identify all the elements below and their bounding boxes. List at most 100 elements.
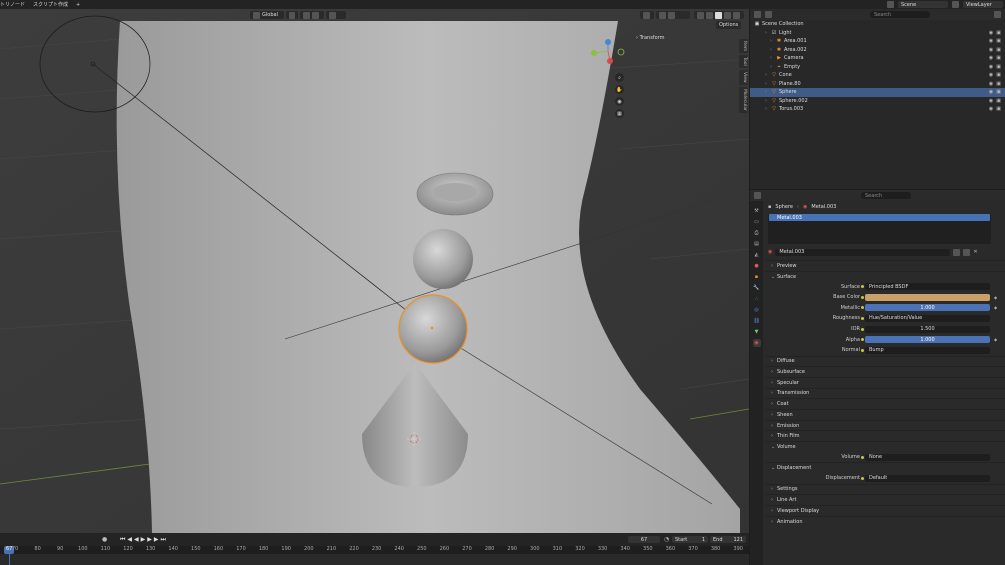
playhead[interactable] [9, 554, 10, 565]
properties-search-input[interactable]: Search [861, 192, 911, 199]
keyframe-icon[interactable]: ◆ [994, 295, 997, 300]
outliner-item[interactable]: › ▽ Cone ◉ ▣ [750, 71, 1005, 80]
scene-tab-icon[interactable]: ◭ [753, 251, 761, 259]
expand-chevron-icon[interactable]: › [763, 72, 769, 78]
socket-dot-icon[interactable] [861, 338, 864, 342]
socket-dot-icon[interactable] [861, 306, 864, 310]
timeline-ruler[interactable]: 67 70 80 90 100 110 120 130 140 150 160 170 180 190 2… [0, 546, 749, 554]
gizmo-toggle[interactable] [656, 11, 690, 19]
outliner-item[interactable]: › ▽ Sphere.002 ◉ ▣ [750, 97, 1005, 106]
property-value-field[interactable]: 1.000 [865, 336, 990, 344]
filter-icon[interactable] [994, 11, 1001, 18]
subsection[interactable]: › Coat [765, 398, 1005, 409]
expand-chevron-icon[interactable]: › [763, 106, 769, 112]
pivot-point-dropdown[interactable] [286, 11, 298, 19]
eye-icon[interactable]: ◉ [989, 98, 993, 104]
transform-panel-header[interactable]: › Transform [636, 35, 664, 41]
viewlayer-selector[interactable]: ViewLayer [963, 1, 1003, 8]
end-frame-field[interactable]: End 121 [710, 536, 746, 543]
property-value-field[interactable]: 1.500 [865, 325, 990, 333]
render-camera-icon[interactable]: ▣ [996, 106, 1001, 112]
perspective-toggle-icon[interactable]: ▦ [615, 109, 624, 118]
property-value-field[interactable]: Bump [865, 346, 990, 354]
material-slot-list[interactable]: Metal.003 [768, 214, 991, 244]
tab-tool[interactable]: Tool [739, 55, 748, 68]
wireframe-shading-icon[interactable] [706, 11, 713, 19]
render-camera-icon[interactable]: ▣ [996, 81, 1001, 87]
tool-tab-icon[interactable]: ⚒ [753, 207, 761, 215]
duplicate-material-icon[interactable] [963, 248, 971, 256]
fake-user-icon[interactable] [953, 248, 961, 256]
solid-shading-icon[interactable] [715, 11, 722, 19]
viewport-scene[interactable] [0, 9, 749, 533]
subsection[interactable]: › Specular [765, 376, 1005, 388]
xray-icon[interactable] [697, 11, 704, 19]
scene-selector[interactable]: Scene [898, 1, 948, 8]
section-volume[interactable]: ⌄ Volume [765, 441, 1005, 452]
visibility-dropdown[interactable] [640, 11, 654, 19]
particles-tab-icon[interactable]: ∴ [753, 295, 761, 303]
section-displacement[interactable]: ⌄ Displacement [765, 462, 1005, 473]
outliner-item[interactable]: › ▽ Plane.80 ◉ ▣ [750, 80, 1005, 89]
tab-molecular[interactable]: Molecular [739, 86, 748, 113]
render-camera-icon[interactable]: ▣ [996, 55, 1001, 61]
socket-dot-icon[interactable] [861, 285, 864, 289]
object-tab-icon[interactable]: ▪ [753, 273, 761, 281]
properties-editor-type-icon[interactable] [754, 192, 761, 199]
eye-icon[interactable]: ◉ [989, 30, 993, 36]
material-slot-row[interactable]: Metal.003 [769, 214, 990, 221]
subsection[interactable]: › Thin Film [765, 430, 1005, 441]
socket-dot-icon[interactable] [861, 476, 864, 480]
section-bottom[interactable]: › Viewport Display [765, 504, 1005, 516]
expand-chevron-icon[interactable]: › [768, 64, 774, 70]
render-camera-icon[interactable]: ▣ [996, 30, 1001, 36]
render-camera-icon[interactable]: ▣ [996, 47, 1001, 53]
expand-chevron-icon[interactable]: › [763, 89, 769, 95]
expand-chevron-icon[interactable]: › [768, 55, 774, 61]
socket-dot-icon[interactable] [861, 316, 864, 320]
expand-chevron-icon[interactable]: › [768, 38, 774, 44]
section-preview[interactable]: › Preview [765, 260, 1005, 271]
subsection[interactable]: › Subsurface [765, 366, 1005, 377]
eye-icon[interactable]: ◉ [989, 38, 993, 44]
eye-icon[interactable]: ◉ [989, 72, 993, 78]
property-value-field[interactable]: Default [865, 474, 990, 482]
render-camera-icon[interactable]: ▣ [996, 64, 1001, 70]
eye-icon[interactable]: ◉ [989, 89, 993, 95]
current-frame-field[interactable]: 67 [628, 536, 660, 543]
modifier-tab-icon[interactable]: 🔧 [753, 284, 761, 292]
outliner-item[interactable]: › ✱ Area.002 ◉ ▣ [750, 46, 1005, 55]
section-bottom[interactable]: › Settings [765, 483, 1005, 495]
render-camera-icon[interactable]: ▣ [996, 72, 1001, 78]
3d-viewport[interactable]: Global Options › Transform ⌕ ✋ ◉ ▦ Item … [0, 9, 749, 533]
record-icon[interactable]: ● [102, 536, 107, 543]
physics-tab-icon[interactable]: ◎ [753, 306, 761, 314]
socket-dot-icon[interactable] [861, 295, 864, 299]
expand-chevron-icon[interactable]: › [763, 81, 769, 87]
editor-type-icon[interactable] [754, 11, 761, 18]
display-mode-icon[interactable] [765, 11, 772, 18]
eye-icon[interactable]: ◉ [989, 55, 993, 61]
workspace-tab-scripting[interactable]: スクリプト作成 [33, 1, 68, 8]
socket-dot-icon[interactable] [861, 327, 864, 331]
timeline-track[interactable] [0, 554, 749, 565]
constraints-tab-icon[interactable]: ⛓ [753, 317, 761, 325]
unlink-material-icon[interactable]: ✕ [973, 249, 977, 255]
keyframe-icon[interactable]: ◆ [994, 337, 997, 342]
expand-chevron-icon[interactable]: › [763, 30, 769, 36]
material-name-field[interactable]: Metal.003 [775, 248, 951, 256]
outliner-item[interactable]: › ▶ Camera ◉ ▣ [750, 54, 1005, 63]
render-camera-icon[interactable]: ▣ [996, 89, 1001, 95]
eye-icon[interactable]: ◉ [989, 81, 993, 87]
section-bottom[interactable]: › Animation [765, 515, 1005, 527]
playback-buttons[interactable]: ⏮◀◀▶▶▶⏭ [120, 536, 168, 544]
socket-dot-icon[interactable] [861, 455, 864, 459]
scene-collection-row[interactable]: ▣ Scene Collection [750, 20, 1005, 29]
subsection[interactable]: › Diffuse [765, 355, 1005, 367]
render-tab-icon[interactable]: ▭ [753, 218, 761, 226]
camera-view-icon[interactable]: ◉ [615, 97, 624, 106]
property-value-field[interactable]: 1.000 [865, 304, 990, 312]
tab-view[interactable]: View [739, 70, 748, 85]
property-value-field[interactable]: Principled BSDF [865, 283, 990, 291]
outliner-item[interactable]: › ⌖ Empty ◉ ▣ [750, 63, 1005, 72]
